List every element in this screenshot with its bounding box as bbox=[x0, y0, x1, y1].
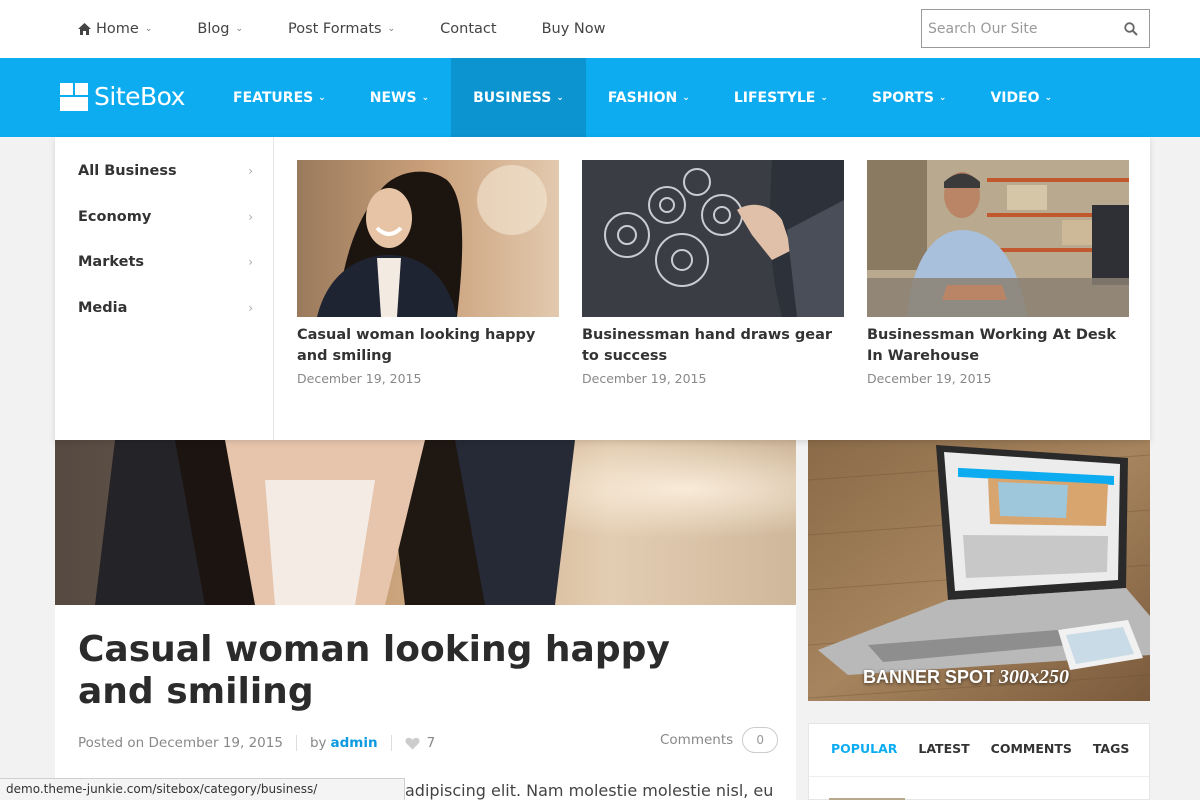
banner-size: 300x250 bbox=[999, 666, 1070, 688]
main-nav: SiteBox FEATURES ⌄ NEWS ⌄ BUSINESS ⌄ FASHIO… bbox=[0, 58, 1200, 137]
heart-icon[interactable] bbox=[405, 737, 420, 750]
mega-cat-all-business[interactable]: All Business › bbox=[78, 159, 253, 183]
chevron-down-icon: ⌄ bbox=[387, 24, 396, 34]
post-thumbnail[interactable] bbox=[297, 160, 559, 317]
nav-video-label: VIDEO bbox=[990, 89, 1040, 106]
article-card: Casual woman looking happy and smiling P… bbox=[55, 605, 796, 800]
chevron-down-icon: ⌄ bbox=[938, 92, 947, 103]
mega-cat-media[interactable]: Media › bbox=[78, 296, 253, 320]
mega-cat-label: Markets bbox=[78, 254, 145, 270]
tab-popular[interactable]: POPULAR bbox=[831, 741, 897, 756]
tab-list: POPULAR LATEST COMMENTS TAGS bbox=[831, 741, 1150, 756]
mega-cat-markets[interactable]: Markets › bbox=[78, 250, 253, 274]
topnav-buy-now[interactable]: Buy Now bbox=[542, 21, 606, 37]
logo-text: SiteBox bbox=[94, 82, 185, 111]
post-title[interactable]: Casual woman looking happy and smiling bbox=[297, 325, 559, 367]
nav-lifestyle-label: LIFESTYLE bbox=[733, 89, 816, 106]
banner-ad[interactable]: BANNER SPOT 300x250 bbox=[808, 440, 1150, 701]
logo-mark-icon bbox=[60, 82, 88, 111]
mega-menu-categories: All Business › Economy › Markets › Media › bbox=[55, 137, 274, 440]
comments-link[interactable]: Comments 0 bbox=[660, 727, 779, 753]
nav-fashion[interactable]: FASHION ⌄ bbox=[586, 58, 712, 137]
chevron-down-icon: ⌄ bbox=[820, 92, 828, 103]
post-date: December 19, 2015 bbox=[867, 371, 992, 386]
chevron-down-icon: ⌄ bbox=[235, 24, 243, 34]
top-nav: Home ⌄ Blog ⌄ Post Formats ⌄ Contact Buy… bbox=[78, 0, 650, 58]
main-menu: FEATURES ⌄ NEWS ⌄ BUSINESS ⌄ FASHION ⌄ LIFES… bbox=[211, 58, 1074, 137]
meta-divider bbox=[295, 735, 297, 751]
nav-video[interactable]: VIDEO ⌄ bbox=[968, 58, 1074, 137]
article-excerpt: adipiscing elit. Nam molestie molestie n… bbox=[405, 781, 774, 800]
chevron-down-icon: ⌄ bbox=[421, 92, 430, 103]
chevron-right-icon: › bbox=[248, 164, 253, 178]
chevron-down-icon: ⌄ bbox=[318, 92, 326, 103]
nav-fashion-label: FASHION bbox=[607, 89, 678, 106]
post-by: by bbox=[309, 735, 327, 751]
top-bar: Home ⌄ Blog ⌄ Post Formats ⌄ Contact Buy… bbox=[0, 0, 1200, 58]
meta-divider bbox=[390, 735, 392, 751]
topnav-buy-now-label: Buy Now bbox=[541, 21, 606, 37]
nav-features[interactable]: FEATURES ⌄ bbox=[211, 58, 348, 137]
mega-cat-label: All Business bbox=[78, 163, 177, 179]
tab-comments[interactable]: COMMENTS bbox=[991, 741, 1072, 756]
comments-label: Comments bbox=[660, 732, 734, 748]
banner-label: BANNER SPOT bbox=[863, 667, 995, 687]
search-box bbox=[921, 9, 1150, 48]
chevron-down-icon: ⌄ bbox=[144, 24, 153, 34]
nav-sports-label: SPORTS bbox=[871, 89, 934, 106]
nav-business[interactable]: BUSINESS ⌄ bbox=[451, 58, 586, 137]
search-input[interactable] bbox=[928, 18, 1118, 40]
post-date: December 19, 2015 bbox=[582, 371, 707, 386]
like-count: 7 bbox=[426, 735, 436, 751]
home-icon bbox=[78, 23, 91, 35]
mega-post-card[interactable]: Businessman Working At Desk In Warehouse… bbox=[867, 160, 1129, 386]
tab-latest[interactable]: LATEST bbox=[918, 741, 969, 756]
topnav-contact-label: Contact bbox=[440, 21, 497, 37]
topnav-home-label: Home bbox=[96, 21, 139, 37]
business-mega-menu: All Business › Economy › Markets › Media › C… bbox=[55, 137, 1150, 440]
nav-sports[interactable]: SPORTS ⌄ bbox=[850, 58, 969, 137]
mega-cat-economy[interactable]: Economy › bbox=[78, 205, 253, 229]
topnav-contact[interactable]: Contact bbox=[440, 21, 496, 37]
post-title[interactable]: Businessman hand draws gear to success bbox=[582, 325, 844, 367]
chevron-right-icon: › bbox=[248, 210, 253, 224]
mega-cat-label: Media bbox=[78, 300, 128, 316]
topnav-blog[interactable]: Blog ⌄ bbox=[197, 21, 243, 37]
site-logo[interactable]: SiteBox bbox=[60, 82, 185, 111]
mega-post-card[interactable]: Casual woman looking happy and smiling D… bbox=[297, 160, 559, 386]
post-title[interactable]: Businessman Working At Desk In Warehouse bbox=[867, 325, 1129, 367]
mega-cat-label: Economy bbox=[78, 209, 152, 225]
chevron-right-icon: › bbox=[248, 301, 253, 315]
mega-post-card[interactable]: Businessman hand draws gear to success D… bbox=[582, 160, 844, 386]
search-icon[interactable] bbox=[1124, 22, 1138, 36]
nav-features-label: FEATURES bbox=[233, 89, 314, 106]
topnav-post-formats[interactable]: Post Formats ⌄ bbox=[288, 21, 395, 37]
post-author-link[interactable]: admin bbox=[331, 735, 378, 751]
post-date: Posted on December 19, 2015 bbox=[78, 735, 283, 751]
article-title[interactable]: Casual woman looking happy and smiling bbox=[78, 629, 758, 713]
chevron-down-icon: ⌄ bbox=[1044, 92, 1053, 103]
nav-business-label: BUSINESS bbox=[473, 89, 552, 106]
post-thumbnail[interactable] bbox=[582, 160, 844, 317]
topnav-post-formats-label: Post Formats bbox=[287, 21, 382, 37]
chevron-right-icon: › bbox=[248, 255, 253, 269]
post-thumbnail[interactable] bbox=[867, 160, 1129, 317]
nav-lifestyle[interactable]: LIFESTYLE ⌄ bbox=[712, 58, 850, 137]
banner-caption: BANNER SPOT 300x250 bbox=[863, 666, 1069, 689]
nav-news[interactable]: NEWS ⌄ bbox=[348, 58, 451, 137]
tab-divider bbox=[809, 776, 1149, 777]
topnav-home[interactable]: Home ⌄ bbox=[78, 21, 152, 37]
browser-status-url: demo.theme-junkie.com/sitebox/category/b… bbox=[0, 778, 405, 800]
tab-tags[interactable]: TAGS bbox=[1093, 741, 1130, 756]
post-date: December 19, 2015 bbox=[297, 371, 422, 386]
chevron-down-icon: ⌄ bbox=[556, 92, 564, 103]
article-hero-image[interactable] bbox=[55, 440, 796, 605]
comment-count: 0 bbox=[756, 733, 764, 747]
topnav-blog-label: Blog bbox=[197, 21, 230, 37]
sidebar-tabs-widget: POPULAR LATEST COMMENTS TAGS bbox=[808, 723, 1150, 800]
comment-count-bubble: 0 bbox=[742, 727, 779, 753]
chevron-down-icon: ⌄ bbox=[682, 92, 690, 103]
nav-news-label: NEWS bbox=[369, 89, 417, 106]
article-meta: Posted on December 19, 2015 by admin 7 bbox=[78, 735, 435, 751]
